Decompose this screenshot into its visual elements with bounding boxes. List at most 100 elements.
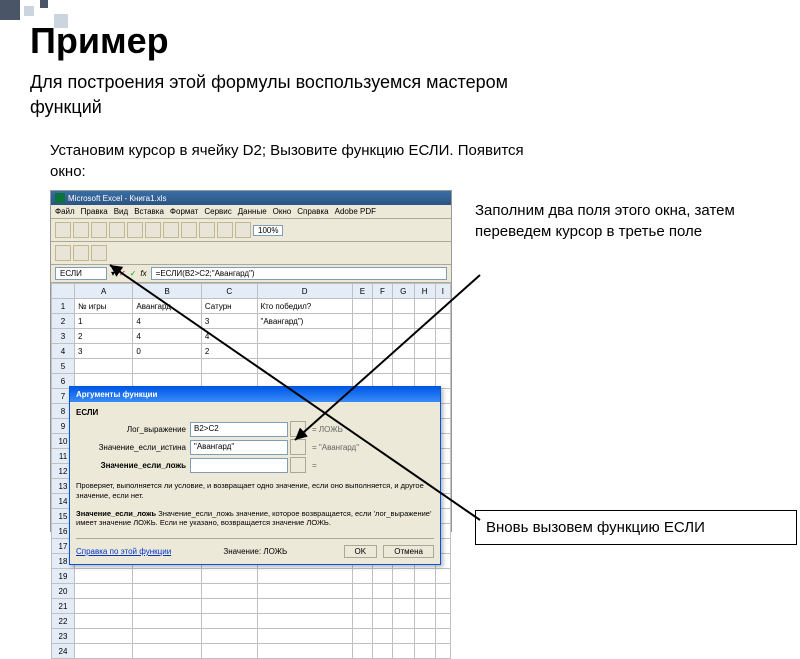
cell-I24[interactable]: [435, 644, 450, 659]
cell-D3[interactable]: [257, 329, 352, 344]
cell-H3[interactable]: [414, 329, 435, 344]
cell-E22[interactable]: [352, 614, 372, 629]
cell-C2[interactable]: 3: [201, 314, 257, 329]
cell-E5[interactable]: [352, 359, 372, 374]
menu-Данные[interactable]: Данные: [238, 207, 267, 216]
cell-F22[interactable]: [373, 614, 393, 629]
cell-A1[interactable]: № игры: [75, 299, 133, 314]
cell-H22[interactable]: [414, 614, 435, 629]
cell-F4[interactable]: [373, 344, 393, 359]
cell-A23[interactable]: [75, 629, 133, 644]
menu-Сервис[interactable]: Сервис: [204, 207, 231, 216]
cell-I21[interactable]: [435, 599, 450, 614]
cell-F21[interactable]: [373, 599, 393, 614]
cell-A20[interactable]: [75, 584, 133, 599]
cell-G22[interactable]: [392, 614, 414, 629]
cell-B3[interactable]: 4: [133, 329, 202, 344]
menu-Вид[interactable]: Вид: [114, 207, 128, 216]
cell-B2[interactable]: 4: [133, 314, 202, 329]
cell-F2[interactable]: [373, 314, 393, 329]
row-header-22[interactable]: 22: [52, 614, 75, 629]
row-header-24[interactable]: 24: [52, 644, 75, 659]
cell-C4[interactable]: 2: [201, 344, 257, 359]
name-box[interactable]: ЕСЛИ: [55, 267, 107, 280]
col-header-D[interactable]: D: [257, 284, 352, 299]
cell-G2[interactable]: [392, 314, 414, 329]
range-picker-icon-0[interactable]: [290, 421, 306, 437]
cell-B4[interactable]: 0: [133, 344, 202, 359]
cell-H24[interactable]: [414, 644, 435, 659]
cell-F1[interactable]: [373, 299, 393, 314]
help-link[interactable]: Справка по этой функции: [76, 547, 171, 556]
cell-F3[interactable]: [373, 329, 393, 344]
cell-G3[interactable]: [392, 329, 414, 344]
row-header-21[interactable]: 21: [52, 599, 75, 614]
cell-H19[interactable]: [414, 569, 435, 584]
tb-sort-icon[interactable]: [217, 222, 233, 238]
cell-D22[interactable]: [257, 614, 352, 629]
tb-redo-icon[interactable]: [199, 222, 215, 238]
col-header-E[interactable]: E: [352, 284, 372, 299]
tb-pdf-icon[interactable]: [55, 245, 71, 261]
cell-H23[interactable]: [414, 629, 435, 644]
cell-D2[interactable]: "Авангард"): [257, 314, 352, 329]
col-header-B[interactable]: B: [133, 284, 202, 299]
tb-pdf2-icon[interactable]: [73, 245, 89, 261]
col-header-I[interactable]: I: [435, 284, 450, 299]
cancel-icon[interactable]: ✕: [119, 269, 126, 278]
arg-input-0[interactable]: B2>C2: [190, 422, 288, 437]
cell-D20[interactable]: [257, 584, 352, 599]
zoom-box[interactable]: 100%: [253, 225, 283, 236]
cell-B23[interactable]: [133, 629, 202, 644]
cell-I1[interactable]: [435, 299, 450, 314]
cell-G23[interactable]: [392, 629, 414, 644]
cell-I2[interactable]: [435, 314, 450, 329]
tb-save-icon[interactable]: [91, 222, 107, 238]
cell-E1[interactable]: [352, 299, 372, 314]
row-header-5[interactable]: 5: [52, 359, 75, 374]
cell-H21[interactable]: [414, 599, 435, 614]
cell-F23[interactable]: [373, 629, 393, 644]
cell-B20[interactable]: [133, 584, 202, 599]
range-picker-icon-1[interactable]: [290, 439, 306, 455]
tb-paste-icon[interactable]: [163, 222, 179, 238]
cell-B5[interactable]: [133, 359, 202, 374]
cell-E2[interactable]: [352, 314, 372, 329]
tb-open-icon[interactable]: [73, 222, 89, 238]
row-header-1[interactable]: 1: [52, 299, 75, 314]
cell-A19[interactable]: [75, 569, 133, 584]
col-header-H[interactable]: H: [414, 284, 435, 299]
cell-B1[interactable]: Авангард: [133, 299, 202, 314]
row-header-19[interactable]: 19: [52, 569, 75, 584]
tb-print-icon[interactable]: [109, 222, 125, 238]
row-header-20[interactable]: 20: [52, 584, 75, 599]
cell-E23[interactable]: [352, 629, 372, 644]
cell-E20[interactable]: [352, 584, 372, 599]
tb-chart-icon[interactable]: [235, 222, 251, 238]
cell-A3[interactable]: 2: [75, 329, 133, 344]
cell-I23[interactable]: [435, 629, 450, 644]
cell-G5[interactable]: [392, 359, 414, 374]
cell-I22[interactable]: [435, 614, 450, 629]
cell-G24[interactable]: [392, 644, 414, 659]
cell-D21[interactable]: [257, 599, 352, 614]
enter-icon[interactable]: ✓: [130, 269, 137, 278]
cell-B19[interactable]: [133, 569, 202, 584]
cell-E3[interactable]: [352, 329, 372, 344]
cell-A5[interactable]: [75, 359, 133, 374]
tb-undo-icon[interactable]: [181, 222, 197, 238]
menu-Файл[interactable]: Файл: [55, 207, 75, 216]
cell-D19[interactable]: [257, 569, 352, 584]
cell-G1[interactable]: [392, 299, 414, 314]
cell-F5[interactable]: [373, 359, 393, 374]
cell-H5[interactable]: [414, 359, 435, 374]
cell-C24[interactable]: [201, 644, 257, 659]
cell-D5[interactable]: [257, 359, 352, 374]
ok-button[interactable]: OK: [344, 545, 378, 558]
col-header-F[interactable]: F: [373, 284, 393, 299]
cell-I5[interactable]: [435, 359, 450, 374]
cell-A24[interactable]: [75, 644, 133, 659]
cell-H2[interactable]: [414, 314, 435, 329]
cell-I19[interactable]: [435, 569, 450, 584]
cell-F19[interactable]: [373, 569, 393, 584]
